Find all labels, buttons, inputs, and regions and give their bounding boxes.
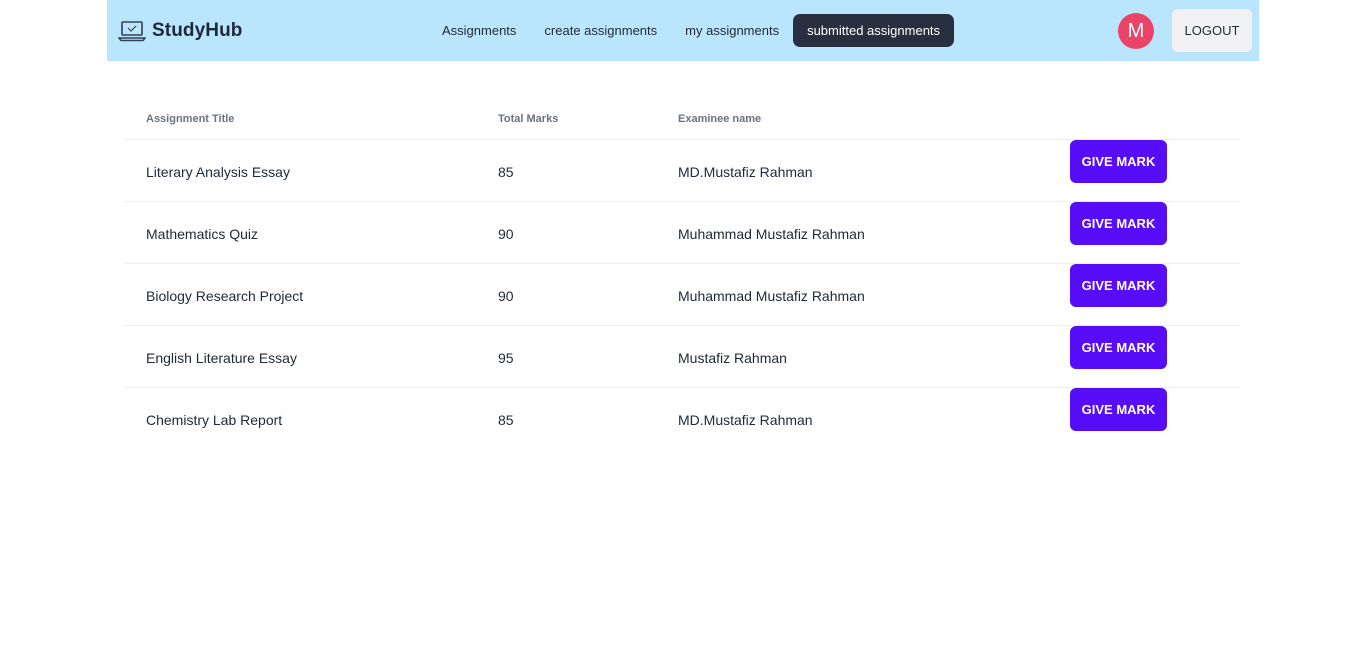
cell-marks: 90 — [498, 288, 514, 304]
avatar[interactable]: M — [1118, 13, 1154, 49]
cell-examinee: MD.Mustafiz Rahman — [678, 164, 813, 180]
table-header: Assignment Title Total Marks Examinee na… — [124, 100, 1240, 140]
nav-item-my-assignments[interactable]: my assignments — [671, 14, 793, 47]
table-row: Chemistry Lab Report 85 MD.Mustafiz Rahm… — [124, 388, 1240, 450]
header-total-marks: Total Marks — [498, 113, 559, 125]
cell-marks: 90 — [498, 226, 514, 242]
give-mark-button[interactable]: GIVE MARK — [1070, 202, 1167, 245]
cell-title: English Literature Essay — [146, 350, 297, 366]
give-mark-button[interactable]: GIVE MARK — [1070, 140, 1167, 183]
header-examinee-name: Examinee name — [678, 113, 762, 125]
cell-title: Mathematics Quiz — [146, 226, 259, 242]
cell-examinee: Muhammad Mustafiz Rahman — [678, 226, 865, 242]
submitted-assignments-table: Assignment Title Total Marks Examinee na… — [124, 100, 1240, 450]
cell-title: Biology Research Project — [146, 288, 304, 304]
cell-marks: 85 — [498, 412, 514, 428]
cell-examinee: Mustafiz Rahman — [678, 350, 787, 366]
give-mark-button[interactable]: GIVE MARK — [1070, 388, 1167, 431]
cell-marks: 95 — [498, 350, 514, 366]
brand-name: StudyHub — [152, 20, 243, 41]
give-mark-button[interactable]: GIVE MARK — [1070, 326, 1167, 369]
cell-title: Literary Analysis Essay — [146, 164, 290, 180]
table-row: Biology Research Project 90 Muhammad Mus… — [124, 264, 1240, 326]
table-row: Literary Analysis Essay 85 MD.Mustafiz R… — [124, 140, 1240, 202]
give-mark-button[interactable]: GIVE MARK — [1070, 264, 1167, 307]
cell-marks: 85 — [498, 164, 514, 180]
cell-examinee: MD.Mustafiz Rahman — [678, 412, 813, 428]
cell-title: Chemistry Lab Report — [146, 412, 283, 428]
table-row: English Literature Essay 95 Mustafiz Rah… — [124, 326, 1240, 388]
nav-item-create-assignments[interactable]: create assignments — [530, 14, 671, 47]
nav-links: Assignments create assignments my assign… — [428, 14, 955, 47]
logout-button[interactable]: LOGOUT — [1172, 9, 1252, 52]
cell-examinee: Muhammad Mustafiz Rahman — [678, 288, 865, 304]
nav-item-submitted-assignments[interactable]: submitted assignments — [793, 14, 955, 47]
brand-logo[interactable]: StudyHub — [118, 15, 243, 47]
laptop-icon — [118, 19, 146, 43]
table-row: Mathematics Quiz 90 Muhammad Mustafiz Ra… — [124, 202, 1240, 264]
header-assignment-title: Assignment Title — [146, 113, 235, 125]
nav-item-assignments[interactable]: Assignments — [428, 14, 530, 47]
navbar: StudyHub Assignments create assignments … — [107, 0, 1259, 61]
